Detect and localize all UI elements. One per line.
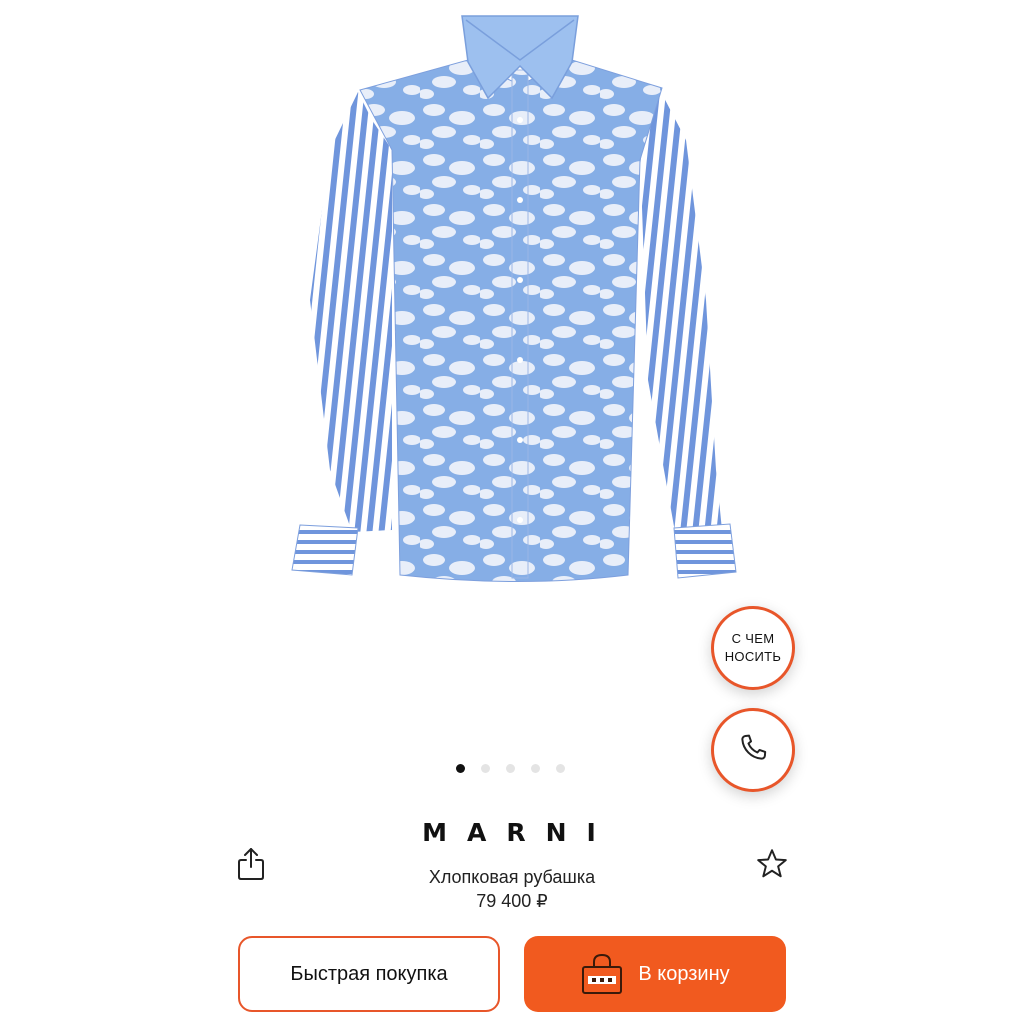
pager-dot[interactable] (531, 764, 540, 773)
favorite-button[interactable] (752, 846, 792, 886)
bag-icon (580, 952, 624, 996)
outfit-suggestions-label: С ЧЕМ НОСИТЬ (724, 631, 782, 664)
phone-icon (736, 731, 770, 770)
pager-dot[interactable] (456, 764, 465, 773)
add-to-cart-button[interactable]: В корзину (524, 936, 786, 1012)
pager-dot[interactable] (481, 764, 490, 773)
call-button[interactable] (711, 708, 795, 792)
product-image[interactable] (0, 0, 1024, 600)
brand-name[interactable]: MARNI (0, 818, 1024, 847)
quick-buy-label: Быстрая покупка (290, 962, 448, 985)
product-price: 79 400 ₽ (476, 891, 548, 911)
gallery-pager (456, 764, 565, 773)
product-title: Хлопковая рубашка (428, 867, 596, 887)
add-to-cart-label: В корзину (638, 962, 730, 985)
quick-buy-button[interactable]: Быстрая покупка (238, 936, 500, 1012)
outfit-suggestions-button[interactable]: С ЧЕМ НОСИТЬ (711, 606, 795, 690)
pager-dot[interactable] (506, 764, 515, 773)
star-icon (754, 846, 790, 887)
product-page: С ЧЕМ НОСИТЬ MARNI Хлопковая рубашка 79 … (0, 0, 1024, 1024)
pager-dot[interactable] (556, 764, 565, 773)
